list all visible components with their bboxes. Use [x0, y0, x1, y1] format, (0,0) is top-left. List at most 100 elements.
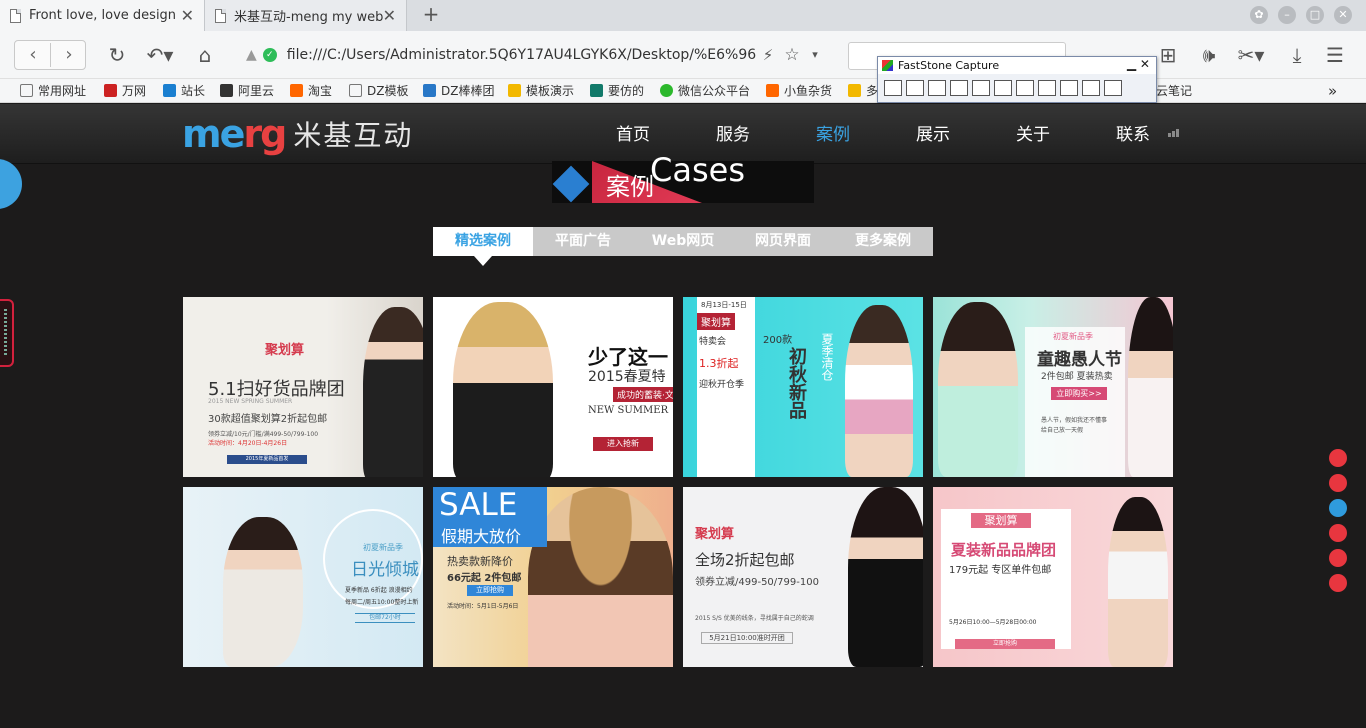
star-icon[interactable]: ☆: [782, 40, 802, 70]
navigation-bar: ‹ › ↻ ↶▾ ⌂ ▲ ✓ file:///C:/Users/Administ…: [0, 31, 1366, 79]
capture-tool-icon[interactable]: [994, 80, 1012, 96]
bookmark-item[interactable]: DZ棒棒团: [423, 82, 494, 99]
download-icon[interactable]: ⤓: [1284, 40, 1310, 70]
scissors-icon[interactable]: ✂▾: [1234, 40, 1268, 70]
address-bar[interactable]: ▲ ✓ file:///C:/Users/Administrator.5Q6Y1…: [246, 40, 826, 70]
signal-icon: [1168, 118, 1182, 137]
section-dot[interactable]: [1329, 574, 1347, 592]
faststone-tools: [878, 74, 1156, 96]
menu-home[interactable]: 首页: [583, 120, 683, 145]
logo-english: merg: [182, 112, 287, 156]
capture-tool-icon[interactable]: [1104, 80, 1122, 96]
tab-strip: Front love, love design ✕ 米基互动-meng my w…: [0, 0, 1366, 31]
filter-more[interactable]: 更多案例: [833, 227, 933, 256]
bookmark-item[interactable]: 要仿的: [590, 82, 644, 99]
forward-button[interactable]: ›: [51, 41, 87, 69]
tab-label: Front love, love design: [29, 8, 177, 23]
bookmark-item[interactable]: 多: [848, 82, 878, 99]
close-tab-icon[interactable]: ✕: [383, 6, 396, 25]
undo-button[interactable]: ↶▾: [142, 40, 178, 70]
filter-ui[interactable]: 网页界面: [733, 227, 833, 256]
bookmark-item[interactable]: 云笔记: [1156, 82, 1192, 99]
bookmark-item[interactable]: DZ模板: [349, 82, 408, 99]
case-card[interactable]: 聚划算 夏装新品品牌团 179元起 专区单件包邮 5月26日10:00—5月28…: [933, 487, 1173, 667]
close-tab-icon[interactable]: ✕: [181, 6, 194, 25]
menu-services[interactable]: 服务: [683, 120, 783, 145]
heading-english: Cases: [650, 151, 745, 189]
maximize-button[interactable]: □: [1306, 6, 1324, 24]
capture-tool-icon[interactable]: [906, 80, 924, 96]
capture-tool-icon[interactable]: [1060, 80, 1078, 96]
apps-icon[interactable]: ⊞: [1155, 40, 1181, 70]
case-card[interactable]: 8月13日-15日 聚划算 特卖会 1.3折起 迎秋开仓季 200款 初秋新品 …: [683, 297, 923, 477]
more-bookmarks-icon[interactable]: »: [1328, 82, 1337, 100]
bookmark-item[interactable]: 站长: [163, 82, 205, 99]
section-dot[interactable]: [1329, 524, 1347, 542]
menu-cases[interactable]: 案例: [783, 120, 883, 145]
faststone-window-controls[interactable]: ▁ ✕: [1127, 57, 1150, 71]
reload-button[interactable]: ↻: [104, 40, 130, 70]
case-card[interactable]: SALE 假期大放价 热卖款新降价 66元起 2件包邮 立即抢购 活动时间：5月…: [433, 487, 673, 667]
home-button[interactable]: ⌂: [192, 40, 218, 70]
heading-chinese: 案例: [606, 173, 654, 201]
menu-icon[interactable]: ☰: [1322, 40, 1348, 70]
bookmark-item[interactable]: 常用网址: [20, 82, 86, 99]
capture-tool-icon[interactable]: [972, 80, 990, 96]
bookmark-item[interactable]: 小鱼杂货: [766, 82, 832, 99]
filter-print-ads[interactable]: 平面广告: [533, 227, 633, 256]
document-icon: [215, 8, 226, 23]
shield-icon: ✓: [262, 48, 277, 62]
skin-icon[interactable]: ✿: [1250, 6, 1268, 24]
menu-about[interactable]: 关于: [983, 120, 1083, 145]
capture-tool-icon[interactable]: [1082, 80, 1100, 96]
capture-tool-icon[interactable]: [1016, 80, 1034, 96]
close-window-button[interactable]: ✕: [1334, 6, 1352, 24]
lightning-icon[interactable]: ⚡: [760, 40, 776, 70]
tab-meng[interactable]: 米基互动-meng my web... ✕: [205, 0, 407, 31]
capture-tool-icon[interactable]: [884, 80, 902, 96]
section-dot[interactable]: [1329, 549, 1347, 567]
bookmark-item[interactable]: 模板演示: [508, 82, 574, 99]
case-filter-tabs: 精选案例 平面广告 Web网页 网页界面 更多案例: [433, 227, 933, 256]
lock-icon: ▲: [246, 47, 257, 63]
main-menu: 首页 服务 案例 展示 关于 联系: [583, 120, 1183, 145]
new-tab-button[interactable]: +: [418, 3, 444, 27]
faststone-capture-toolbar: FastStone Capture ▁ ✕: [877, 56, 1157, 103]
faststone-title: FastStone Capture: [878, 57, 1156, 74]
section-heading: 案例 Cases: [552, 151, 814, 203]
filter-featured[interactable]: 精选案例: [433, 227, 533, 256]
back-forward-group: ‹ ›: [14, 40, 86, 70]
site-logo[interactable]: merg 米基互动: [182, 112, 414, 156]
bookmark-item[interactable]: 淘宝: [290, 82, 332, 99]
tab-front-love[interactable]: Front love, love design ✕: [0, 0, 205, 31]
capture-tool-icon[interactable]: [950, 80, 968, 96]
bookmark-item[interactable]: 万网: [104, 82, 146, 99]
bookmark-item[interactable]: 微信公众平台: [660, 82, 750, 99]
case-card[interactable]: 聚划算 5.1扫好货品牌团 2015 NEW SPRING SUMMER 30款…: [183, 297, 423, 477]
minimize-button[interactable]: –: [1278, 6, 1296, 24]
left-float-button[interactable]: [0, 159, 22, 209]
menu-showcase[interactable]: 展示: [883, 120, 983, 145]
case-card[interactable]: 少了这一 2015春夏特 成功的蓄装·文 NEW SUMMER 进入抢新: [433, 297, 673, 477]
section-dots: [1329, 449, 1347, 599]
bookmarks-bar: 常用网址 万网 站长 阿里云 淘宝 DZ模板 DZ棒棒团 模板演示 要仿的 微信…: [0, 79, 1366, 103]
capture-tool-icon[interactable]: [1038, 80, 1056, 96]
volume-icon[interactable]: 🕪: [1196, 40, 1222, 70]
section-dot-active[interactable]: [1329, 499, 1347, 517]
capture-tool-icon[interactable]: [928, 80, 946, 96]
case-card[interactable]: 初夏新品季 童趣愚人节 2件包邮 夏装热卖 立即购买>> 愚人节，假如我还不懂事…: [933, 297, 1173, 477]
section-dot[interactable]: [1329, 474, 1347, 492]
back-button[interactable]: ‹: [15, 41, 51, 69]
left-side-widget[interactable]: [0, 299, 14, 367]
document-icon: [10, 8, 21, 23]
dropdown-icon[interactable]: ▾: [808, 40, 822, 70]
case-grid: 聚划算 5.1扫好货品牌团 2015 NEW SPRING SUMMER 30款…: [183, 297, 1173, 667]
logo-chinese: 米基互动: [293, 119, 414, 152]
case-card[interactable]: 聚划算 全场2折起包邮 领券立减/499-50/799-100 2015 S/S…: [683, 487, 923, 667]
bookmark-item[interactable]: 阿里云: [220, 82, 274, 99]
filter-web-pages[interactable]: Web网页: [633, 227, 733, 256]
webpage: merg 米基互动 首页 服务 案例 展示 关于 联系 案例 Cases 精选案…: [0, 104, 1366, 728]
section-dot[interactable]: [1329, 449, 1347, 467]
case-card[interactable]: 初夏新品季 日光倾城 夏季新品 6折起 浪漫相约 每周二/周五10:00整时上新…: [183, 487, 423, 667]
active-tab-pointer: [474, 256, 492, 266]
